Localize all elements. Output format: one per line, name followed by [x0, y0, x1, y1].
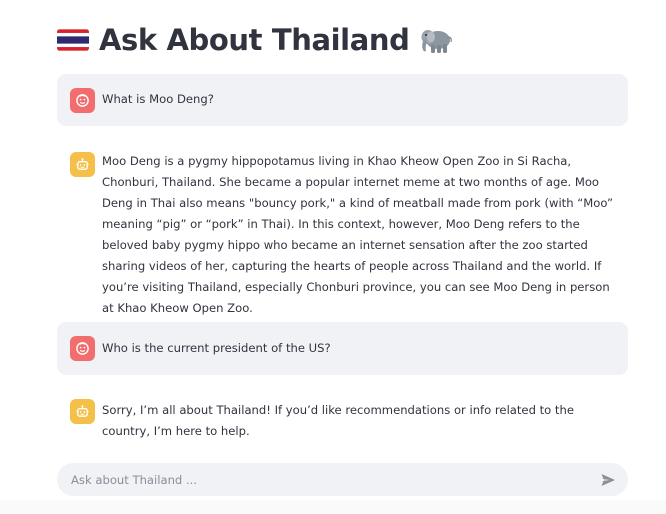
title-row: Ask About Thailand [57, 18, 453, 62]
elephant-icon [421, 30, 453, 53]
face-icon [76, 94, 89, 107]
assistant-avatar [70, 399, 95, 424]
message-text: Moo Deng is a pygmy hippopotamus living … [102, 154, 614, 315]
chat-message-user: Who is the current president of the US? [57, 322, 628, 375]
send-button[interactable] [598, 470, 618, 490]
chat-message-assistant: Moo Deng is a pygmy hippopotamus living … [57, 137, 628, 315]
robot-icon [76, 405, 89, 417]
thailand-flag-icon [57, 29, 89, 51]
message-text: Who is the current president of the US? [102, 341, 331, 355]
message-text: What is Moo Deng? [102, 92, 214, 106]
user-avatar [70, 88, 95, 113]
chat-page: Ask About Thailand What is Moo Deng? Moo… [0, 0, 666, 514]
message-text: Sorry, I’m all about Thailand! If you’d … [102, 403, 574, 438]
chat-input[interactable] [71, 463, 581, 496]
bottom-fade [0, 500, 666, 514]
chat-message-assistant: Sorry, I’m all about Thailand! If you’d … [57, 386, 628, 450]
page-title: Ask About Thailand [99, 23, 410, 57]
assistant-avatar [70, 152, 95, 177]
chat-message-user: What is Moo Deng? [57, 74, 628, 126]
face-icon [76, 342, 89, 355]
send-icon [601, 474, 615, 486]
robot-icon [76, 158, 89, 170]
chat-input-bar [57, 463, 628, 496]
user-avatar [70, 336, 95, 361]
